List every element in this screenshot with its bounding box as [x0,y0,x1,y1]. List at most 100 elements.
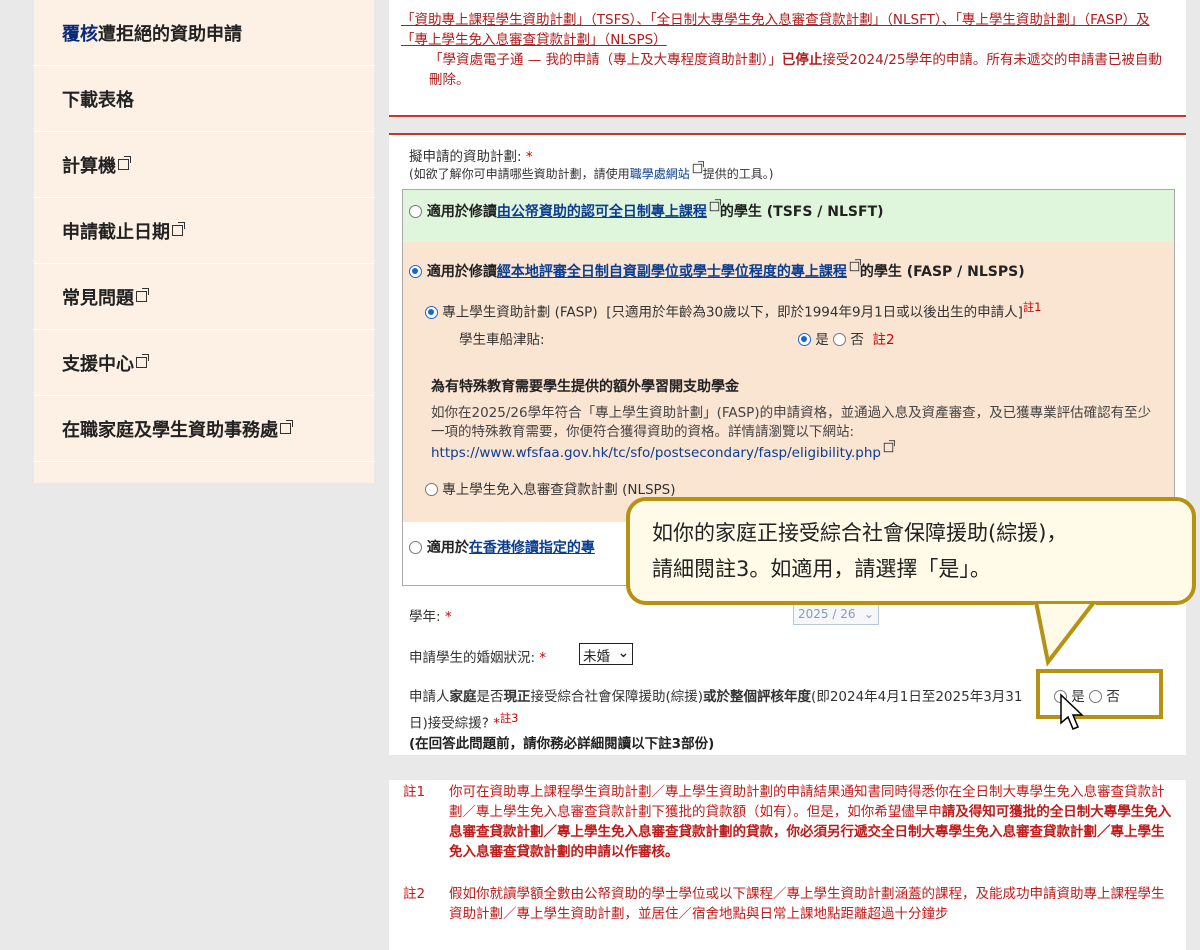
mouse-cursor-icon [1060,693,1084,730]
sidebar-item-deadlines[interactable]: 申請截止日期 [34,198,374,264]
note-id: 註2 [403,886,426,902]
year-value: 2025 / 26 [798,607,856,621]
notice-banner: 「資助專上課程學生資助計劃」（TSFS）、「全日制大專學生免入息審查貸款計劃」（… [389,0,1186,117]
chevron-down-icon: ⌄ [617,645,629,661]
option-fasp: 適用於修讀經本地評審全日制自資副學位或學士學位程度的專上課程 的學生 (FASP … [403,242,1174,522]
sidebar-nav: 覆核 遭拒絕的資助申請 下載表格 計算機 申請截止日期 常見問題 支援中心 在職家… [34,0,374,483]
scheme-hint-text: (如欲了解你可申請哪些資助計劃，請使用 [409,167,630,181]
sen-grant-text: 如你在2025/26學年符合「專上學生資助計劃」(FASP)的申請資格，並通過入… [431,404,1161,463]
designated-course-link[interactable]: 在香港修讀指定的專 [469,540,595,556]
required-mark: * [539,650,547,666]
external-link-icon [692,161,704,174]
chevron-down-icon: ⌄ [863,607,874,621]
option-tsfs-line[interactable]: 適用於修讀由公帑資助的認可全日制專上課程 的學生 (TSFS / NLSFT) [409,199,884,221]
sen-grant-body: 如你在2025/26學年符合「專上學生資助計劃」(FASP)的申請資格，並通過入… [431,405,1152,440]
sidebar-item-review[interactable]: 覆核 遭拒絕的資助申請 [34,0,374,66]
notice-closed-message: 「學資處電子通 — 我的申請（專上及大專程度資助計劃）」已停止接受2024/25… [401,50,1174,90]
option-fasp-line[interactable]: 適用於修讀經本地評審全日制自資副學位或學士學位程度的專上課程 的學生 (FASP … [409,259,1025,281]
radio-tsfs[interactable] [409,205,422,218]
cssa-warning: (在回答此問題前，請你務必詳細閱讀以下註3部份) [409,736,715,752]
external-link-icon [883,440,895,453]
external-link-icon [118,156,131,170]
cspe-website-link[interactable]: 職學處網站 [630,167,690,181]
notice-stopped: 已停止 [781,52,823,68]
marital-label-row: 申請學生的婚姻狀況: * [409,646,546,666]
fasp-row[interactable]: 專上學生資助計劃 (FASP) [只適用於年齡為30歲以下，即於1994年9月1… [425,299,1041,321]
sen-grant-title: 為有特殊教育需要學生提供的額外學習開支助學金 [431,379,739,395]
note-ref-2[interactable]: 註2 [872,332,894,348]
radio-travel-no[interactable] [833,333,847,346]
radio-cssa-no[interactable] [1089,690,1103,703]
q-text: 整個評核年度 [730,689,812,705]
radio-fasp[interactable] [409,265,422,278]
fasp-label: 專上學生資助計劃 (FASP) [442,304,598,321]
option-text: 適用於修讀 [426,204,497,220]
nlsps-label: 專上學生免入息審查貸款計劃 (NLSPS) [442,482,676,498]
sidebar-item-download-forms[interactable]: 下載表格 [34,66,374,132]
notes-section: 註1 你可在資助專上課程學生資助計劃／專上學生資助計劃的申請結果通知書同時得悉你… [389,780,1186,950]
q-text: 現正 [503,689,531,705]
note-text: 假如你就讀學額全數由公帑資助的學士學位或以下課程／專上學生資助計劃涵蓋的課程，及… [449,884,1176,924]
fasp-course-link[interactable]: 經本地評審全日制自資副學位或學士學位程度的專上課程 [497,264,847,280]
sidebar-item-faq[interactable]: 常見問題 [34,264,374,330]
external-link-icon [136,288,149,302]
sidebar-item-label: 常見問題 [62,287,134,309]
fasp-eligibility-link[interactable]: https://www.wfsfaa.gov.hk/tc/sfo/postsec… [431,445,881,461]
required-mark: * [444,609,452,625]
fasp-age-note: [只適用於年齡為30歲以下，即於1994年9月1日或以後出生的申請人] [606,304,1023,321]
sidebar-item-support-centre[interactable]: 支援中心 [34,330,374,396]
note-text: 你可在資助專上課程學生資助計劃／專上學生資助計劃的申請結果通知書同時得悉你在全日… [449,782,1176,862]
no-label: 否 [1106,689,1120,705]
note-id: 註1 [403,784,426,800]
sidebar-item-label: 申請截止日期 [62,221,170,243]
tooltip-pointer [1034,600,1096,667]
tooltip-line-2: 請細閱註3。如適用，請選擇「是」。 [652,557,991,581]
option-text: 的學生 (FASP / NLSPS) [859,264,1025,280]
note-ref-1[interactable]: 註1 [1023,301,1041,314]
travel-subsidy-label: 學生車船津貼: [459,332,545,348]
notice-schemes: 「資助專上課程學生資助計劃」（TSFS）、「全日制大專學生免入息審查貸款計劃」（… [401,12,1150,48]
marital-label: 申請學生的婚姻狀況: [409,650,536,666]
marital-value: 未婚 [583,649,610,665]
sidebar-item-label: 在職家庭及學生資助事務處 [62,419,278,441]
scheme-hint-text: 提供的工具。) [702,167,774,181]
scheme-hint: (如欲了解你可申請哪些資助計劃，請使用職學處網站 提供的工具。) [409,161,774,182]
year-select[interactable]: 2025 / 26 ⌄ [793,604,879,625]
sidebar-item-wfsfaa[interactable]: 在職家庭及學生資助事務處 [34,396,374,462]
note-ref-3[interactable]: 註3 [500,712,518,725]
external-link-icon [709,199,721,212]
travel-subsidy-choice: 是 否 註2 [798,328,895,348]
option-text: 適用於修讀 [426,264,497,280]
scheme-label-row: 擬申請的資助計劃: * [409,145,533,165]
hint-tooltip: 如你的家庭正接受綜合社會保障援助(綜援)， 請細閱註3。如適用，請選擇「是」。 [626,497,1196,605]
option-designated-line[interactable]: 適用於在香港修讀指定的專 [409,537,595,557]
cssa-answer-highlight: 是 否 [1036,669,1163,719]
sidebar-item-label: 下載表格 [62,89,134,111]
q-text: 申請人 [409,689,450,705]
sidebar-item-calculator[interactable]: 計算機 [34,132,374,198]
external-link-icon [849,259,861,272]
option-tsfs: 適用於修讀由公帑資助的認可全日制專上課程 的學生 (TSFS / NLSFT) [403,190,1174,242]
radio-nlsps[interactable] [425,483,438,496]
tooltip-line-1: 如你的家庭正接受綜合社會保障援助(綜援)， [652,521,1068,545]
external-link-icon [136,354,149,368]
year-label: 學年: [409,609,441,625]
notice-service-name: 「學資處電子通 — 我的申請（專上及大專程度資助計劃）」 [429,52,782,68]
external-link-icon [280,420,293,434]
note-2: 註2 假如你就讀學額全數由公帑資助的學士學位或以下課程／專上學生資助計劃涵蓋的課… [399,884,1176,924]
no-label: 否 [850,332,864,348]
yes-label: 是 [815,332,829,348]
sidebar-item-label: 計算機 [62,155,116,177]
nlsps-row[interactable]: 專上學生免入息審查貸款計劃 (NLSPS) [425,478,676,498]
note-text-plain: 假如你就讀學額全數由公帑資助的學士學位或以下課程／專上學生資助計劃涵蓋的課程，及… [449,886,1165,922]
year-label-row: 學年: * [409,605,452,625]
radio-fasp-sub[interactable] [425,305,438,319]
q-text: 是否 [476,689,504,705]
required-mark: * [493,715,500,732]
marital-select[interactable]: 未婚 ⌄ [579,643,633,665]
option-text: 的學生 (TSFS / NLSFT) [719,204,884,220]
radio-travel-yes[interactable] [798,333,811,346]
radio-designated[interactable] [409,541,422,554]
tsfs-course-link[interactable]: 由公帑資助的認可全日制專上課程 [497,204,707,220]
q-text: 家庭 [449,689,477,705]
